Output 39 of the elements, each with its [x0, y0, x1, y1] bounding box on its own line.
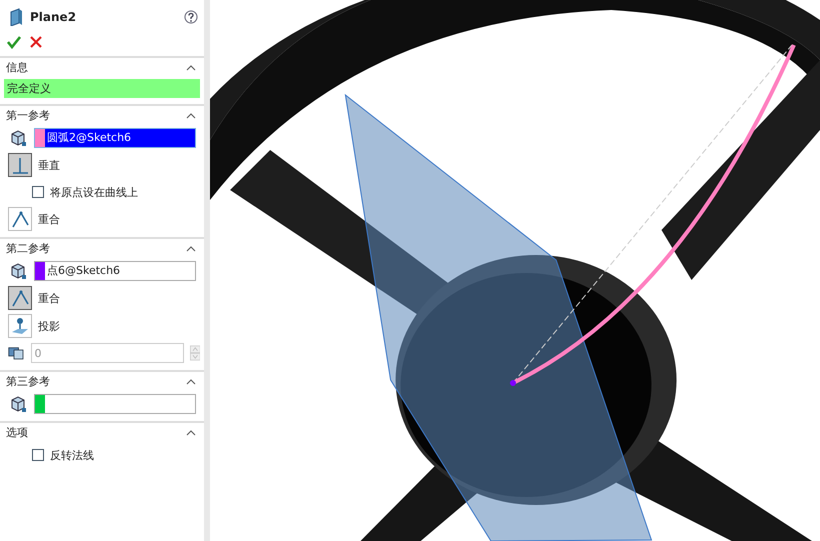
projection-icon: [10, 316, 30, 336]
reference-value: 点6@Sketch6: [46, 263, 122, 279]
coincident-icon: [10, 288, 30, 308]
reference-field[interactable]: 圆弧2@Sketch6: [34, 128, 196, 148]
reference-field[interactable]: 点6@Sketch6: [34, 261, 196, 281]
constraint-label: 垂直: [38, 158, 60, 172]
collapse-icon[interactable]: [186, 64, 196, 70]
collapse-icon[interactable]: [186, 112, 196, 118]
perpendicular-icon: [10, 155, 30, 175]
section-title: 第三参考: [6, 374, 50, 389]
section-title: 信息: [6, 60, 28, 75]
status-message: 完全定义: [4, 79, 200, 98]
checkmark-icon: [7, 35, 21, 49]
coincident-icon: [10, 209, 30, 229]
reference-field[interactable]: [34, 394, 196, 414]
collapse-icon[interactable]: [186, 430, 196, 436]
reference-value: 圆弧2@Sketch6: [45, 129, 195, 147]
constraint-toggle[interactable]: [8, 207, 32, 231]
collapse-icon[interactable]: [186, 246, 196, 252]
checkbox[interactable]: [32, 186, 44, 198]
ok-button[interactable]: [6, 34, 22, 50]
help-icon[interactable]: [184, 10, 198, 24]
constraint-toggle[interactable]: [8, 286, 32, 310]
constraint-toggle[interactable]: [8, 153, 32, 177]
section-title: 第二参考: [6, 241, 50, 256]
checkbox[interactable]: [32, 449, 44, 461]
section-title: 选项: [6, 425, 28, 440]
constraint-label: 重合: [38, 212, 60, 226]
close-icon: [29, 35, 43, 49]
cancel-button[interactable]: [28, 34, 44, 50]
constraint-label: 重合: [38, 290, 60, 306]
checkbox-label: 反转法线: [50, 448, 94, 462]
collapse-icon[interactable]: [186, 378, 196, 384]
constraint-label: 投影: [38, 318, 60, 334]
section-title: 第一参考: [6, 108, 50, 123]
checkbox-label: 将原点设在曲线上: [50, 184, 138, 200]
constraint-toggle[interactable]: [8, 314, 32, 338]
feature-title: Plane2: [30, 10, 76, 24]
plane-icon: [8, 8, 24, 26]
